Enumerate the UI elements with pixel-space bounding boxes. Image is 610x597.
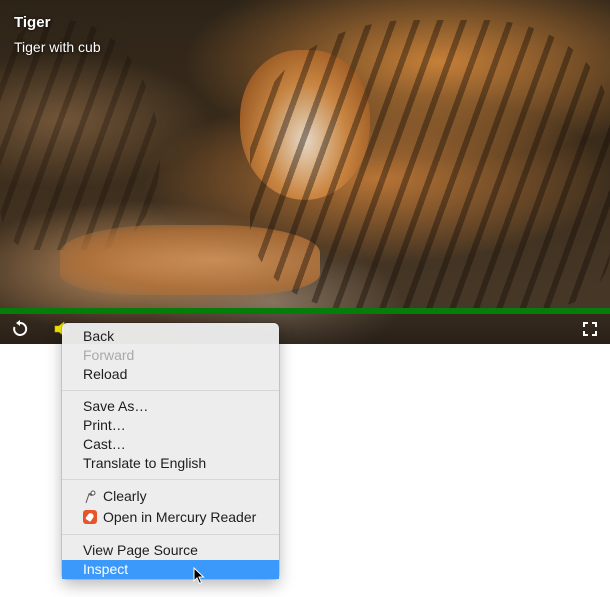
replay-icon[interactable] [10, 319, 30, 339]
menu-item-forward: Forward [83, 347, 135, 363]
menu-separator [62, 479, 279, 480]
video-title: Tiger [14, 14, 51, 31]
tiger-image [250, 20, 610, 310]
menu-item-cast[interactable]: Cast… [62, 435, 279, 454]
menu-separator [62, 534, 279, 535]
menu-item-clearly-label: Clearly [103, 488, 147, 504]
menu-item-inspect[interactable]: Inspect [62, 560, 279, 579]
menu-item-view-source[interactable]: View Page Source [62, 541, 279, 560]
menu-item-mercury-label: Open in Mercury Reader [103, 509, 257, 525]
mouse-cursor-icon [193, 567, 205, 585]
clearly-icon [83, 489, 97, 503]
menu-item-reload[interactable]: Reload [62, 365, 279, 384]
menu-item-clearly[interactable]: Clearly [62, 486, 279, 507]
menu-item-translate[interactable]: Translate to English [62, 454, 279, 473]
mercury-rocket-icon [83, 509, 97, 524]
video-subtitle: Tiger with cub [14, 39, 101, 55]
context-menu: Back Forward Reload Save As… Print… Cast… [62, 323, 279, 579]
fullscreen-icon[interactable] [580, 319, 600, 339]
menu-item-back[interactable]: Back [62, 327, 279, 346]
menu-item-print[interactable]: Print… [62, 416, 279, 435]
menu-separator [62, 390, 279, 391]
video-player[interactable]: Tiger Tiger with cub [0, 0, 610, 344]
menu-item-mercury-reader[interactable]: Open in Mercury Reader [62, 507, 279, 528]
menu-item-save-as[interactable]: Save As… [62, 397, 279, 416]
